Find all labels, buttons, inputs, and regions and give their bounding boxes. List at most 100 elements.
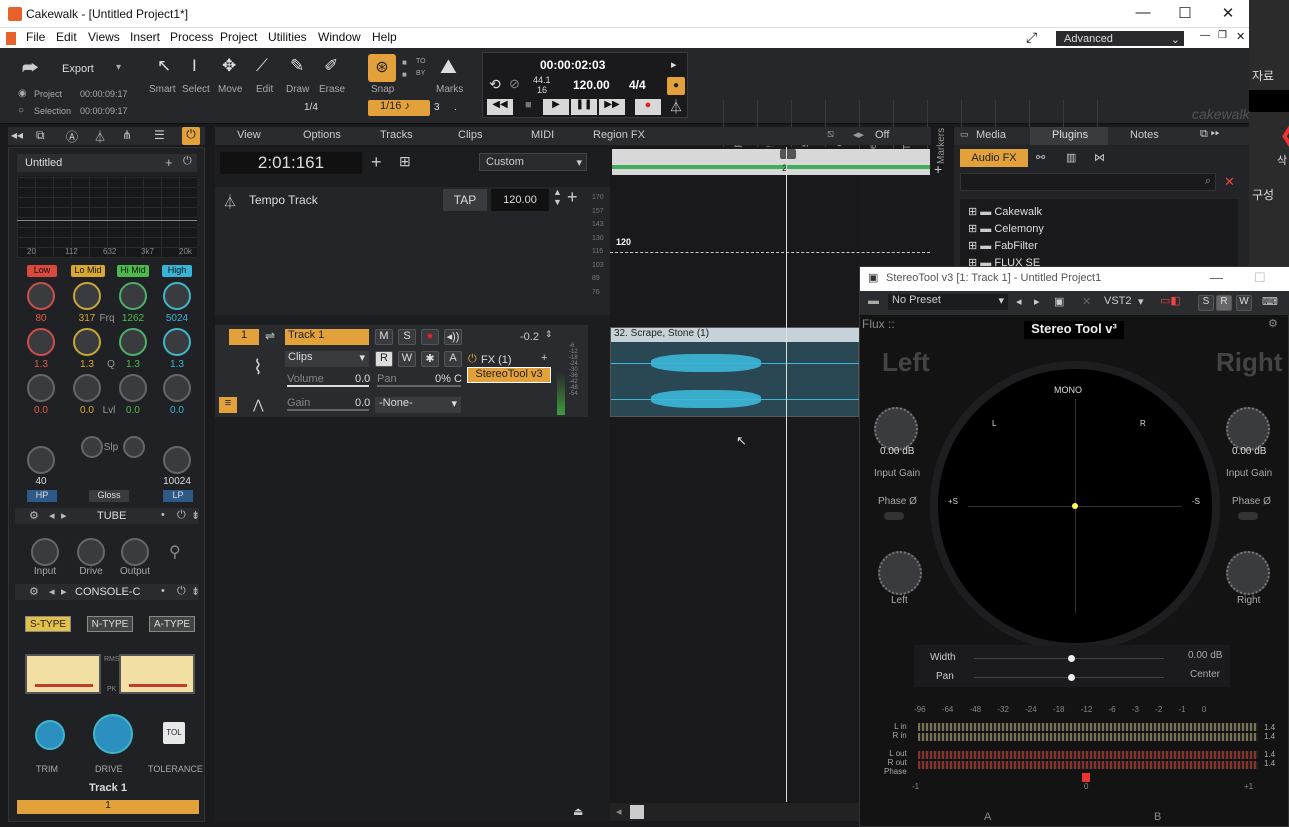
a-type-button[interactable]: A-TYPE <box>149 616 195 632</box>
menu-views[interactable]: Views <box>88 30 120 44</box>
maximize-button[interactable]: ☐ <box>1170 4 1200 24</box>
tab-plugins[interactable]: Plugins <box>1030 127 1108 145</box>
off-label[interactable]: Off <box>875 129 889 141</box>
next-preset-icon[interactable]: ▸ <box>1034 295 1040 308</box>
eq-graph[interactable] <box>17 176 197 258</box>
menu-options[interactable]: Options <box>303 129 341 141</box>
low-q-knob[interactable] <box>27 328 55 356</box>
menu-help[interactable]: Help <box>372 30 397 44</box>
hp-knob[interactable] <box>27 446 55 474</box>
tempo-stepper[interactable]: ▲ ▼ <box>553 187 562 207</box>
console-collapse-icon[interactable]: ⇟ <box>191 585 200 598</box>
plugin-settings-icon[interactable]: ⚙ <box>1268 317 1278 330</box>
export-dropdown-icon[interactable]: ▾ <box>116 62 121 73</box>
menu-midi[interactable]: MIDI <box>531 129 554 141</box>
export-icon[interactable]: ⮫ <box>22 58 39 79</box>
plugin-menu-icon[interactable]: ▬ <box>868 295 879 307</box>
export-button[interactable]: Export <box>62 63 94 75</box>
solo-button[interactable]: S <box>398 329 416 345</box>
track-name-field[interactable]: Track 1 <box>285 329 369 345</box>
browser-layout-icon[interactable]: ⧉ ▸▸ <box>1200 128 1219 141</box>
himid-q-knob[interactable] <box>119 328 147 356</box>
folder-fabfilter[interactable]: ⊞ ▬ FabFilter <box>968 239 1038 252</box>
lp-slope-knob[interactable] <box>123 436 145 458</box>
play-from-icon[interactable]: ▸ <box>671 58 677 71</box>
stop-button[interactable]: ■ <box>525 99 532 111</box>
tube-next-icon[interactable]: ▸ <box>61 509 67 522</box>
nudge-fraction[interactable]: 1/4 <box>304 102 318 113</box>
prev-preset-icon[interactable]: ◂ <box>1016 295 1022 308</box>
keyboard-icon[interactable]: ⌨ <box>1262 295 1278 308</box>
scroll-thumb[interactable] <box>630 805 644 819</box>
add-fx-icon[interactable]: + <box>541 352 547 364</box>
snap-number[interactable]: 3 <box>434 102 440 113</box>
input-echo-button[interactable]: ◂)) <box>444 329 462 345</box>
fx-chain-icon[interactable]: ⋈ <box>1094 151 1105 164</box>
input-gain-right-knob[interactable] <box>1226 407 1270 451</box>
plugin-format[interactable]: VST2 <box>1104 295 1132 307</box>
plugin-search-input[interactable]: ⌕ <box>960 173 1216 191</box>
scroll-left-icon[interactable]: ◂ <box>616 805 622 818</box>
inspector-layout-icon[interactable]: ⧉ <box>36 128 45 143</box>
edit-tool-icon[interactable]: ⟋ <box>256 56 268 76</box>
input-gain-left-knob[interactable] <box>874 407 918 451</box>
now-marker-handle[interactable] <box>780 149 796 159</box>
himid-level-knob[interactable] <box>119 374 147 402</box>
child-minimize-icon[interactable]: — <box>1200 30 1210 41</box>
sidechain-icon[interactable]: ▭◧ <box>1160 294 1181 307</box>
track-number[interactable]: 1 <box>229 329 259 345</box>
folder-cakewalk[interactable]: ⊞ ▬ Cakewalk <box>968 205 1042 218</box>
erase-tool-icon[interactable]: ✐ <box>324 56 338 76</box>
archive-button[interactable]: A <box>444 351 462 367</box>
preset-b-button[interactable]: B <box>1154 811 1161 823</box>
console-dot-icon[interactable]: • <box>161 585 165 597</box>
lomid-level-knob[interactable] <box>73 374 101 402</box>
track-folder-icon[interactable]: ⊞ <box>399 153 411 170</box>
band-lomid-label[interactable]: Lo Mid <box>71 265 105 277</box>
child-close-icon[interactable]: ✕ <box>1236 30 1245 43</box>
menu-window[interactable]: Window <box>318 30 361 44</box>
plugin-w-button[interactable]: W <box>1236 295 1252 311</box>
fx-power-icon[interactable]: ⏻ <box>468 353 477 366</box>
tempo-value[interactable]: 120.00 <box>491 189 549 211</box>
fx-browse-icon[interactable]: ⚯ <box>1036 151 1045 164</box>
child-restore-icon[interactable]: ❐ <box>1218 30 1227 41</box>
menu-clips[interactable]: Clips <box>458 129 482 141</box>
loop-icon[interactable]: ⟲ <box>489 76 501 93</box>
radio-project[interactable]: ◉ <box>18 88 27 99</box>
high-level-knob[interactable] <box>163 374 191 402</box>
menu-edit[interactable]: Edit <box>56 30 77 44</box>
menu-view[interactable]: View <box>237 129 261 141</box>
draw-tool-icon[interactable]: ✎ <box>290 56 304 76</box>
volume-value[interactable]: 0.0 <box>355 373 370 385</box>
gloss-toggle[interactable]: Gloss <box>89 490 129 502</box>
save-preset-icon[interactable]: ▣ <box>1054 295 1064 308</box>
instrument-icon[interactable]: ▥ <box>1066 151 1076 164</box>
tap-button[interactable]: TAP <box>443 189 487 211</box>
clear-search-icon[interactable]: ✕ <box>1224 174 1235 190</box>
record-button[interactable]: ● <box>635 99 661 115</box>
menu-utilities[interactable]: Utilities <box>268 30 307 44</box>
left-pan-knob[interactable] <box>878 551 922 595</box>
console-next-icon[interactable]: ▸ <box>61 585 67 598</box>
volume-slider[interactable] <box>287 385 369 387</box>
menu-file[interactable]: File <box>26 30 45 44</box>
menu-insert[interactable]: Insert <box>130 30 160 44</box>
tempo-marker[interactable]: 120 <box>616 237 631 247</box>
menu-project[interactable]: Project <box>220 30 257 44</box>
tab-notes[interactable]: Notes <box>1130 129 1159 141</box>
band-himid-label[interactable]: Hi Mid <box>117 265 149 277</box>
preset-dropdown[interactable]: No Preset ▾ <box>888 294 1008 310</box>
scroll-up-icon[interactable]: ⏏ <box>573 805 583 818</box>
preset-a-button[interactable]: A <box>984 811 991 823</box>
marks-icon[interactable]: ⛰ <box>440 56 457 79</box>
drive-knob[interactable] <box>93 714 133 754</box>
tempo-track-name[interactable]: Tempo Track <box>249 193 318 207</box>
record-mode-icon[interactable]: ● <box>667 77 685 95</box>
format-dropdown-icon[interactable]: ▾ <box>1138 295 1144 308</box>
tube-output-knob[interactable] <box>121 538 149 566</box>
tube-prev-icon[interactable]: ◂ <box>49 509 55 522</box>
strip-track-name[interactable]: Track 1 <box>17 782 199 796</box>
preset-name[interactable]: Untitled <box>25 157 62 169</box>
menu-tracks[interactable]: Tracks <box>380 129 413 141</box>
